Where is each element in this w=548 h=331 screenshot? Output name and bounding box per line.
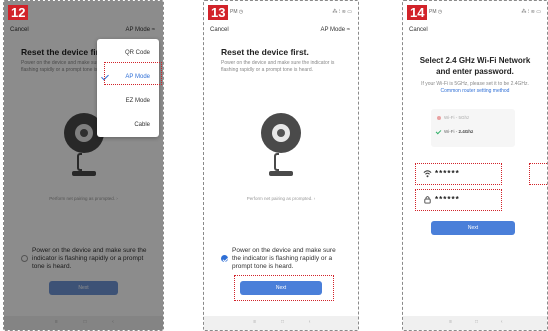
back-icon[interactable]: ‹ bbox=[309, 319, 311, 325]
phone-screen-step-13: 13 PM ◷ ⁂ ⁝ ≋ ▭ Cancel AP Mode ≈ Reset t… bbox=[203, 0, 359, 331]
highlight-change-network bbox=[529, 163, 547, 185]
confirm-radio-checked[interactable] bbox=[221, 255, 228, 262]
menu-icon[interactable]: ≡ bbox=[253, 319, 256, 325]
title-line-1: Select 2.4 GHz Wi-Fi Network bbox=[419, 56, 531, 65]
highlight-password-field bbox=[415, 189, 502, 211]
android-nav-bar: ≡ □ ‹ bbox=[204, 316, 358, 330]
status-bar-left: PM ◷ bbox=[429, 9, 443, 15]
cancel-button[interactable]: Cancel bbox=[210, 27, 229, 33]
top-bar: Cancel AP Mode ≈ bbox=[204, 24, 358, 38]
android-nav-bar: ≡ □ ‹ bbox=[403, 316, 547, 330]
mode-selector[interactable]: AP Mode ≈ bbox=[320, 27, 350, 33]
check-icon bbox=[435, 128, 442, 135]
page-title: Reset the device first. bbox=[221, 47, 309, 57]
cancel-button[interactable]: Cancel bbox=[409, 27, 428, 33]
status-bar-left: PM ◷ bbox=[230, 9, 244, 15]
wifi-band-illustration: Wi-Fi - 5Ghz Wi-Fi - 2.4Ghz bbox=[431, 109, 515, 147]
wifi-24ghz-band: 2.4Ghz bbox=[458, 129, 474, 134]
highlight-next-button bbox=[234, 275, 334, 301]
step-badge: 14 bbox=[407, 5, 428, 20]
confirm-checkbox-row[interactable]: Power on the device and make sure the in… bbox=[221, 247, 346, 271]
blocked-dot-icon bbox=[437, 116, 441, 120]
wifi-5ghz-label: Wi-Fi - 5Ghz bbox=[444, 115, 470, 120]
status-bar-right: ⁂ ⁝ ≋ ▭ bbox=[521, 9, 541, 15]
menu-icon[interactable]: ≡ bbox=[449, 319, 452, 325]
page-title: Select 2.4 GHz Wi-Fi Network and enter p… bbox=[411, 55, 539, 77]
top-bar: Cancel bbox=[403, 24, 547, 38]
wifi-24ghz-row: Wi-Fi - 2.4Ghz bbox=[431, 126, 515, 138]
home-icon[interactable]: □ bbox=[475, 319, 478, 325]
highlight-ssid-field bbox=[415, 163, 502, 185]
confirm-label: Power on the device and make sure the in… bbox=[232, 247, 336, 270]
wifi-instruction-text: If your Wi-Fi is 5GHz, please set it to … bbox=[421, 81, 529, 87]
camera-icon bbox=[261, 113, 301, 179]
mode-dropdown-menu: QR Code AP Mode EZ Mode Cable bbox=[97, 39, 159, 137]
wifi-instruction: If your Wi-Fi is 5GHz, please set it to … bbox=[417, 81, 533, 94]
title-line-2: and enter password. bbox=[436, 67, 514, 76]
tutorial-page: 12 Cancel AP Mode ≈ Reset the device fir… bbox=[0, 0, 548, 331]
router-setting-link[interactable]: Common router setting method bbox=[441, 88, 510, 94]
home-icon[interactable]: □ bbox=[281, 319, 284, 325]
instruction-text: Power on the device and make sure the in… bbox=[221, 60, 335, 73]
step-badge: 13 bbox=[208, 5, 229, 20]
phone-screen-step-12: 12 Cancel AP Mode ≈ Reset the device fir… bbox=[3, 0, 164, 331]
menu-item-ez-mode[interactable]: EZ Mode bbox=[97, 89, 159, 113]
next-button[interactable]: Next bbox=[431, 221, 515, 235]
wifi-5ghz-row: Wi-Fi - 5Ghz bbox=[431, 112, 515, 124]
highlight-ap-mode bbox=[104, 62, 162, 85]
wifi-24ghz-prefix: Wi-Fi - bbox=[444, 129, 459, 134]
step-badge: 12 bbox=[8, 5, 29, 20]
back-icon[interactable]: ‹ bbox=[501, 319, 503, 325]
menu-item-cable[interactable]: Cable bbox=[97, 113, 159, 137]
status-bar-right: ⁂ ⁝ ≋ ▭ bbox=[332, 9, 352, 15]
phone-screen-step-14: 14 PM ◷ ⁂ ⁝ ≋ ▭ Cancel Select 2.4 GHz Wi… bbox=[402, 0, 548, 331]
pairing-help-link[interactable]: Perform net pairing as prompted. › bbox=[204, 196, 358, 201]
